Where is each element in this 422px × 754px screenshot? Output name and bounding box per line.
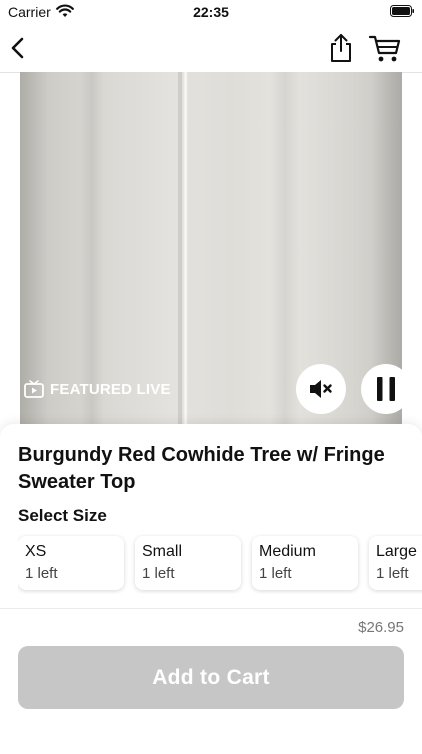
- size-stock: 1 left: [142, 565, 175, 582]
- size-option-xs[interactable]: XS 1 left: [18, 536, 124, 590]
- size-name: Small: [142, 543, 183, 560]
- size-option-small[interactable]: Small 1 left: [135, 536, 241, 590]
- size-name: Large: [376, 543, 417, 560]
- status-bar: Carrier 22:35: [0, 0, 422, 26]
- clock: 22:35: [193, 4, 229, 20]
- size-options: XS 1 left Small 1 left Medium 1 left Lar…: [18, 534, 422, 594]
- nav-bar: [0, 26, 422, 73]
- cart-icon[interactable]: [368, 32, 402, 64]
- featured-live-label: FEATURED LIVE: [50, 380, 171, 398]
- mute-icon: [310, 380, 332, 398]
- size-stock: 1 left: [376, 565, 409, 582]
- price-label: $26.95: [358, 619, 404, 636]
- curtain-fold: [183, 72, 188, 428]
- curtain-fold: [20, 72, 48, 428]
- select-size-heading: Select Size: [18, 506, 107, 525]
- tv-play-icon: [24, 380, 44, 398]
- featured-live-badge: FEATURED LIVE: [24, 378, 171, 400]
- pause-button[interactable]: [361, 364, 402, 414]
- curtain-fold: [80, 72, 104, 428]
- curtain-fold: [270, 72, 300, 428]
- pause-icon: [377, 377, 395, 401]
- size-option-large[interactable]: Large 1 left: [369, 536, 422, 590]
- share-icon[interactable]: [326, 32, 356, 64]
- live-video-player[interactable]: FEATURED LIVE: [20, 72, 402, 428]
- size-name: XS: [25, 543, 47, 560]
- add-to-cart-button[interactable]: Add to Cart: [18, 646, 404, 709]
- size-name: Medium: [259, 543, 316, 560]
- size-option-medium[interactable]: Medium 1 left: [252, 536, 358, 590]
- mute-button[interactable]: [296, 364, 346, 414]
- size-stock: 1 left: [25, 565, 58, 582]
- curtain-fold: [178, 72, 182, 428]
- footer-divider: [0, 608, 422, 609]
- product-title: Burgundy Red Cowhide Tree w/ Fringe Swea…: [18, 444, 385, 493]
- back-chevron-icon[interactable]: [6, 34, 32, 62]
- size-stock: 1 left: [259, 565, 292, 582]
- battery-icon: [390, 5, 414, 17]
